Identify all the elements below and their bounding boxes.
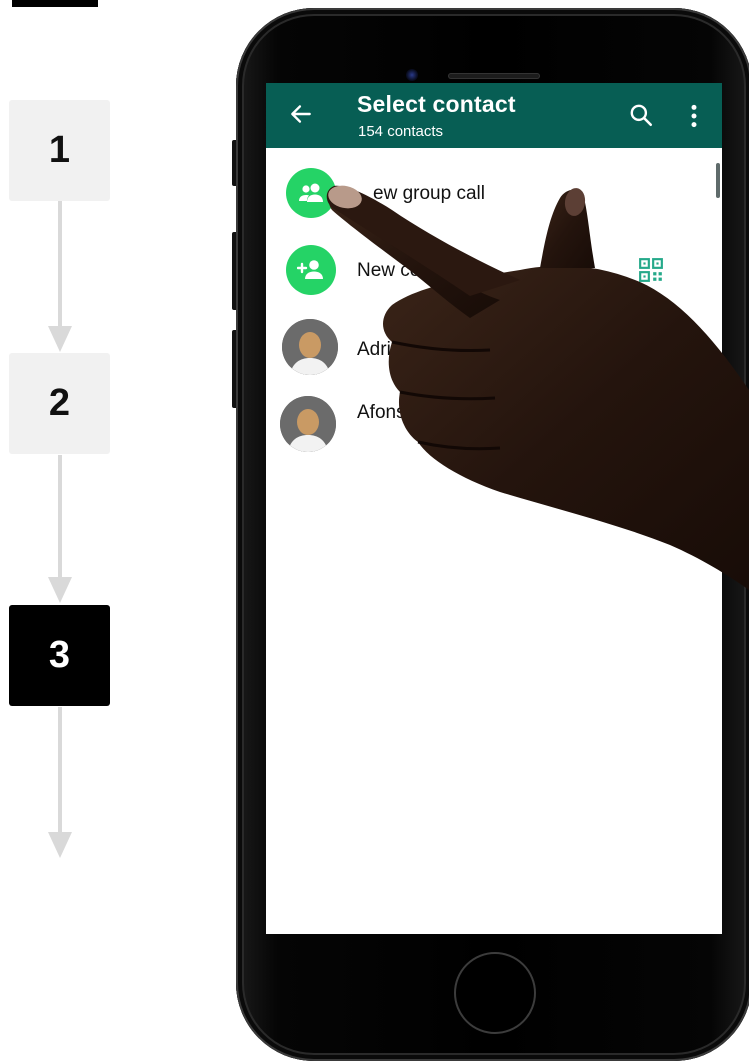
step-2-number: 2	[48, 382, 71, 424]
arrow-left-icon[interactable]	[288, 101, 314, 127]
step-connector-2	[58, 455, 62, 577]
contact-name: Afons	[357, 402, 406, 423]
new-group-call-label: ew group call	[373, 183, 485, 204]
step-3-box: 3	[9, 605, 110, 706]
step-arrow-3	[48, 832, 72, 858]
step-arrow-1	[48, 326, 72, 352]
new-group-call-row[interactable]: ew group call	[266, 155, 722, 231]
step-connector-3	[58, 707, 62, 832]
step-arrow-2	[48, 577, 72, 603]
earpiece-speaker	[448, 73, 540, 79]
person-photo-icon	[280, 396, 336, 452]
new-contact-avatar	[286, 245, 336, 295]
page-title: Select contact	[357, 91, 516, 117]
app-bar: Select contact 154 contacts	[266, 83, 722, 148]
contact-count: 154 contacts	[358, 123, 444, 140]
contact-avatar	[280, 396, 336, 452]
step-3-number: 3	[48, 634, 71, 676]
front-camera	[406, 69, 418, 81]
phone-screen: Select contact 154 contacts ew group cal…	[266, 83, 722, 934]
group-icon	[299, 183, 323, 202]
qr-code-icon[interactable]	[638, 257, 664, 283]
person-photo-icon	[282, 319, 338, 375]
contact-row[interactable]: Afons	[266, 388, 722, 464]
search-icon[interactable]	[628, 102, 654, 128]
new-contact-label: New co	[357, 260, 421, 281]
step-2-box: 2	[9, 353, 110, 454]
home-button[interactable]	[454, 952, 536, 1034]
contact-avatar	[282, 319, 338, 375]
add-person-icon	[297, 260, 323, 279]
step-1-number: 1	[48, 129, 71, 171]
contact-row[interactable]: Adri	[266, 311, 722, 387]
top-marker	[12, 0, 98, 7]
step-1-box: 1	[9, 100, 110, 201]
contact-name: Adri	[357, 339, 391, 360]
new-group-call-avatar	[286, 168, 336, 218]
step-connector-1	[58, 201, 62, 326]
more-vertical-icon[interactable]	[686, 103, 702, 129]
